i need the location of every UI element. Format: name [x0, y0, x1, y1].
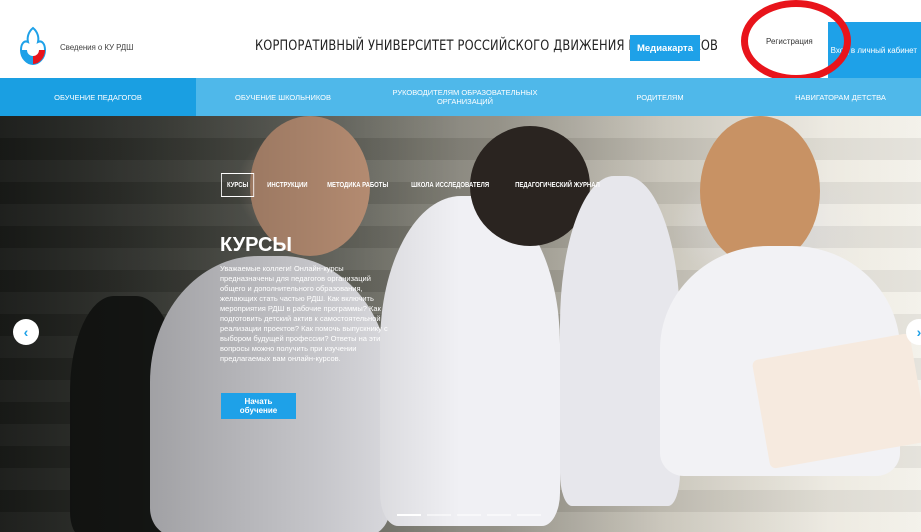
register-link[interactable]: Регистрация [766, 37, 813, 46]
hero-slider: КУРСЫ ИНСТРУКЦИИ МЕТОДИКА РАБОТЫ ШКОЛА И… [0, 116, 921, 532]
tab-instructions[interactable]: ИНСТРУКЦИИ [262, 173, 313, 197]
about-link[interactable]: Сведения о КУ РДШ [60, 43, 133, 52]
tab-research-school[interactable]: ШКОЛА ИССЛЕДОВАТЕЛЯ [406, 173, 494, 197]
slider-pagination [397, 514, 541, 516]
hero-description: Уважаемые коллеги! Онлайн-курсы предназн… [220, 264, 388, 363]
site-header: Сведения о КУ РДШ КОРПОРАТИВНЫЙ УНИВЕРСИ… [0, 0, 921, 82]
nav-item-parents[interactable]: РОДИТЕЛЯМ [560, 78, 760, 116]
tab-courses[interactable]: КУРСЫ [221, 173, 255, 197]
slider-dot[interactable] [517, 514, 541, 516]
nav-item-navigators[interactable]: НАВИГАТОРАМ ДЕТСТВА [760, 78, 921, 116]
hero-title: КУРСЫ [220, 234, 293, 256]
cabinet-button[interactable]: Вход в личный кабинет [828, 22, 921, 78]
start-learning-button[interactable]: Начать обучение [221, 393, 296, 419]
hero-photo-figure [700, 116, 820, 266]
nav-item-teachers[interactable]: ОБУЧЕНИЕ ПЕДАГОГОВ [0, 78, 196, 116]
nav-item-students[interactable]: ОБУЧЕНИЕ ШКОЛЬНИКОВ [196, 78, 370, 116]
slider-dot[interactable] [487, 514, 511, 516]
main-nav: ОБУЧЕНИЕ ПЕДАГОГОВ ОБУЧЕНИЕ ШКОЛЬНИКОВ Р… [0, 78, 921, 116]
mediacard-button[interactable]: Медиакарта [630, 35, 700, 61]
tab-pedagogical-journal[interactable]: ПЕДАГОГИЧЕСКИЙ ЖУРНАЛ [510, 173, 605, 197]
slider-dot[interactable] [427, 514, 451, 516]
slider-dot[interactable] [457, 514, 481, 516]
hero-tabs: КУРСЫ ИНСТРУКЦИИ МЕТОДИКА РАБОТЫ ШКОЛА И… [221, 173, 621, 197]
slider-dot[interactable] [397, 514, 421, 516]
rdsh-logo[interactable] [18, 26, 48, 66]
tab-methodology[interactable]: МЕТОДИКА РАБОТЫ [322, 173, 393, 197]
nav-item-school-heads[interactable]: РУКОВОДИТЕЛЯМ ОБРАЗОВАТЕЛЬНЫХ ОРГАНИЗАЦИ… [370, 78, 560, 116]
prev-slide-icon[interactable]: ‹ [13, 319, 39, 345]
